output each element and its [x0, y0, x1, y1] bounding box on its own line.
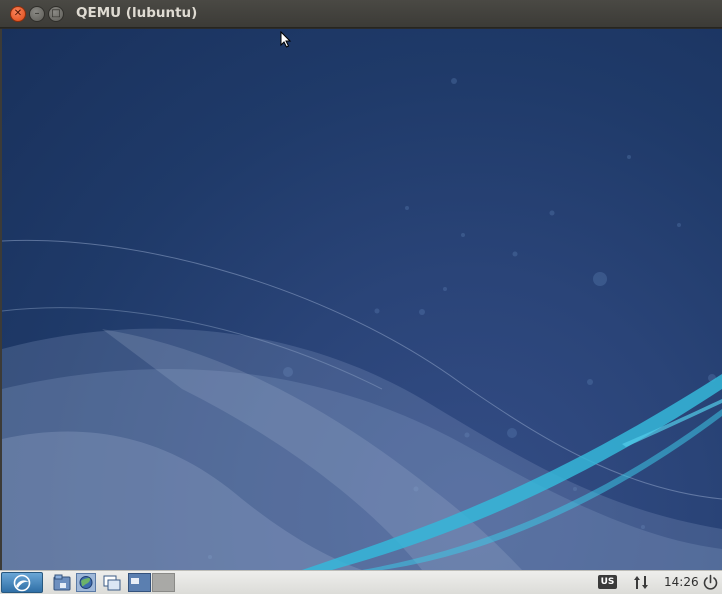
lubuntu-menu-icon — [13, 574, 31, 592]
pager-desktop-1[interactable] — [128, 573, 151, 592]
file-manager-icon[interactable] — [52, 573, 72, 592]
minimize-icon[interactable]: – — [29, 6, 45, 22]
network-arrows-icon[interactable] — [633, 574, 649, 591]
title-bar[interactable]: ✕ – □ QEMU (lubuntu) — [0, 0, 722, 28]
start-menu-button[interactable] — [1, 572, 43, 593]
desktop-wallpaper[interactable] — [2, 29, 722, 570]
keyboard-layout-indicator[interactable]: US — [598, 575, 617, 589]
maximize-icon[interactable]: □ — [48, 6, 64, 22]
window-controls: ✕ – □ — [10, 6, 64, 22]
power-icon[interactable] — [702, 574, 719, 591]
mouse-cursor-icon — [280, 31, 292, 48]
browser-icon[interactable] — [76, 573, 96, 592]
qemu-window: ✕ – □ QEMU (lubuntu) US 14:26 — [0, 0, 722, 594]
taskbar: US 14:26 — [0, 570, 722, 594]
show-desktop-icon[interactable] — [102, 573, 122, 592]
pager-desktop-2[interactable] — [152, 573, 175, 592]
clock[interactable]: 14:26 — [664, 575, 699, 589]
close-icon[interactable]: ✕ — [10, 6, 26, 22]
wallpaper-waves — [2, 78, 722, 570]
window-title: QEMU (lubuntu) — [76, 5, 198, 21]
